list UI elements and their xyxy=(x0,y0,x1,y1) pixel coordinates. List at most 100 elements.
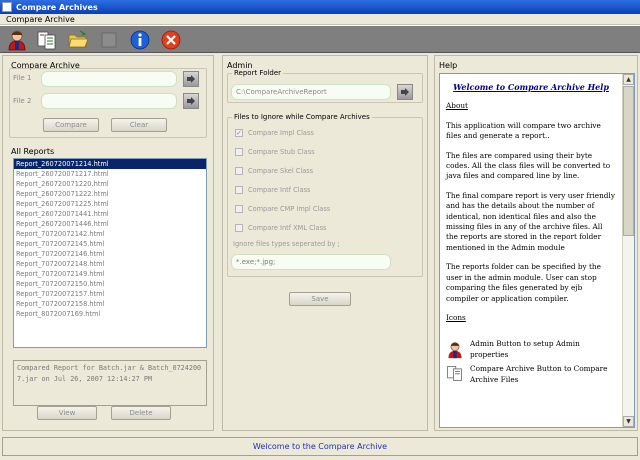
compare-button[interactable]: Compare xyxy=(43,118,99,132)
app-icon xyxy=(2,2,12,12)
arrow-right-icon xyxy=(187,75,195,83)
status-text: Welcome to the Compare Archive xyxy=(252,442,388,451)
report-details-text: Compared Report for Batch.jar & Batch_07… xyxy=(13,360,207,406)
help-icon-entry: Compare Archive Button to Compare Archiv… xyxy=(446,364,616,385)
ignore-files-title: Files to Ignore while Compare Archives xyxy=(232,113,372,121)
help-paragraph-2: The files are compared using their byte … xyxy=(446,150,611,181)
report-list-item[interactable]: Report_8072007169.html xyxy=(14,309,206,319)
file1-input[interactable] xyxy=(41,71,177,87)
checkbox[interactable] xyxy=(235,204,243,213)
ignore-option-label: Compare Stub Class xyxy=(248,147,315,156)
ignore-option-label: Compare Intf XML Class xyxy=(248,223,327,232)
help-icons-link[interactable]: Icons xyxy=(446,313,616,323)
scroll-thumb[interactable] xyxy=(623,86,634,236)
info-button[interactable] xyxy=(128,28,152,52)
clear-button[interactable]: Clear xyxy=(111,118,167,132)
checkbox[interactable]: ✓ xyxy=(235,128,243,137)
disabled-tool-icon xyxy=(101,32,117,48)
report-list-item[interactable]: Report_70720072158.html xyxy=(14,299,206,309)
ignore-option-label: Compare Intf Class xyxy=(248,185,311,194)
view-button[interactable]: View xyxy=(37,406,97,420)
compare-archive-icon xyxy=(447,366,462,381)
help-paragraph-4: The reports folder can be specified by t… xyxy=(446,262,601,303)
help-content[interactable]: Welcome to Compare Archive Help About Th… xyxy=(439,73,635,428)
toolbar xyxy=(0,25,640,53)
help-icon-entry: Admin Button to setup Admin properties xyxy=(446,339,616,360)
report-list-item[interactable]: Report_70720072150.html xyxy=(14,279,206,289)
window-title: Compare Archives xyxy=(16,2,98,12)
ignore-options-list: ✓ Compare Impl Class Compare Stub Class Com… xyxy=(235,123,330,237)
help-title: Help xyxy=(439,61,458,70)
ignore-option-label: Compare Skel Class xyxy=(248,166,314,175)
ignore-option[interactable]: Compare Intf Class xyxy=(235,180,330,199)
help-scrollbar[interactable]: ▲ ▼ xyxy=(622,74,634,427)
arrow-right-icon xyxy=(401,88,409,96)
scroll-up-icon[interactable]: ▲ xyxy=(623,74,634,85)
delete-button[interactable]: Delete xyxy=(111,406,171,420)
report-list-item[interactable]: Report_260720071214.html xyxy=(14,159,206,169)
open-folder-icon xyxy=(68,30,89,48)
checkbox[interactable] xyxy=(235,185,243,194)
admin-button[interactable] xyxy=(5,28,29,52)
help-icon-entry-text: Compare Archive Button to Compare Archiv… xyxy=(470,364,608,384)
menu-bar: Compare Archive xyxy=(0,14,640,25)
checkbox[interactable] xyxy=(235,223,243,232)
ignore-option[interactable]: Compare CMP Impl Class xyxy=(235,199,330,218)
save-button[interactable]: Save xyxy=(289,292,351,306)
file1-label: File 1 xyxy=(13,74,32,82)
ignore-option[interactable]: ✓ Compare Impl Class xyxy=(235,123,330,142)
arrow-right-icon xyxy=(187,97,195,105)
menu-compare-archive[interactable]: Compare Archive xyxy=(0,14,81,25)
report-list-item[interactable]: Report_70720072145.html xyxy=(14,239,206,249)
file2-input[interactable] xyxy=(41,93,177,109)
report-list-item[interactable]: Report_260720071217.html xyxy=(14,169,206,179)
report-folder-input[interactable]: C:\CompareArchiveReport xyxy=(231,84,391,100)
file2-label: File 2 xyxy=(13,97,32,105)
report-list-item[interactable]: Report_260720071446.html xyxy=(14,219,206,229)
scroll-down-icon[interactable]: ▼ xyxy=(623,416,634,427)
report-list-item[interactable]: Report_260720071220.html xyxy=(14,179,206,189)
ignore-option[interactable]: Compare Skel Class xyxy=(235,161,330,180)
ignore-types-input[interactable]: *.exe;*.jpg; xyxy=(231,254,391,270)
admin-user-icon xyxy=(8,30,26,51)
report-list-item[interactable]: Report_70720072148.html xyxy=(14,259,206,269)
open-folder-button[interactable] xyxy=(66,28,90,52)
help-icon-entry-text: Admin Button to setup Admin properties xyxy=(470,339,580,359)
report-list-item[interactable]: Report_260720071222.html xyxy=(14,189,206,199)
help-paragraph-1: This application will compare two archiv… xyxy=(446,120,601,141)
ignore-types-label: Ignore files types seperated by ; xyxy=(233,240,340,248)
report-list-item[interactable]: Report_70720072149.html xyxy=(14,269,206,279)
report-list-item[interactable]: Report_260720071441.html xyxy=(14,209,206,219)
info-icon xyxy=(130,30,150,50)
admin-panel: Admin Report Folder C:\CompareArchiveRep… xyxy=(222,55,428,431)
all-reports-title: All Reports xyxy=(11,147,55,156)
disabled-tool-button[interactable] xyxy=(97,28,121,52)
ignore-option[interactable]: Compare Intf XML Class xyxy=(235,218,330,237)
report-list-item[interactable]: Report_70720072146.html xyxy=(14,249,206,259)
report-list-item[interactable]: Report_70720072157.html xyxy=(14,289,206,299)
report-list-item[interactable]: Report_260720071225.html xyxy=(14,199,206,209)
help-about-link[interactable]: About xyxy=(446,101,616,111)
title-bar: Compare Archives xyxy=(0,0,640,14)
close-icon xyxy=(161,30,181,50)
admin-user-icon xyxy=(448,342,462,358)
ignore-option-label: Compare CMP Impl Class xyxy=(248,204,331,213)
status-bar: Welcome to the Compare Archive xyxy=(2,437,638,456)
help-paragraph-3: The final compare report is very user fr… xyxy=(446,190,615,252)
checkbox[interactable] xyxy=(235,147,243,156)
compare-archive-button[interactable] xyxy=(35,28,59,52)
help-heading: Welcome to Compare Archive Help xyxy=(453,82,609,92)
report-folder-title: Report Folder xyxy=(232,69,284,77)
checkbox[interactable] xyxy=(235,166,243,175)
exit-button[interactable] xyxy=(159,28,183,52)
left-panel: Compare Archive File 1 File 2 Compare Cl… xyxy=(2,55,214,431)
report-folder-browse-button[interactable] xyxy=(397,84,413,100)
reports-list[interactable]: Report_260720071214.html Report_260720071… xyxy=(13,158,207,348)
compare-archive-icon xyxy=(37,31,56,50)
ignore-option-label: Compare Impl Class xyxy=(248,128,314,137)
file1-browse-button[interactable] xyxy=(183,71,199,87)
report-list-item[interactable]: Report_70720072142.html xyxy=(14,229,206,239)
help-panel: Help Welcome to Compare Archive Help Abo… xyxy=(434,55,638,431)
file2-browse-button[interactable] xyxy=(183,93,199,109)
ignore-option[interactable]: Compare Stub Class xyxy=(235,142,330,161)
